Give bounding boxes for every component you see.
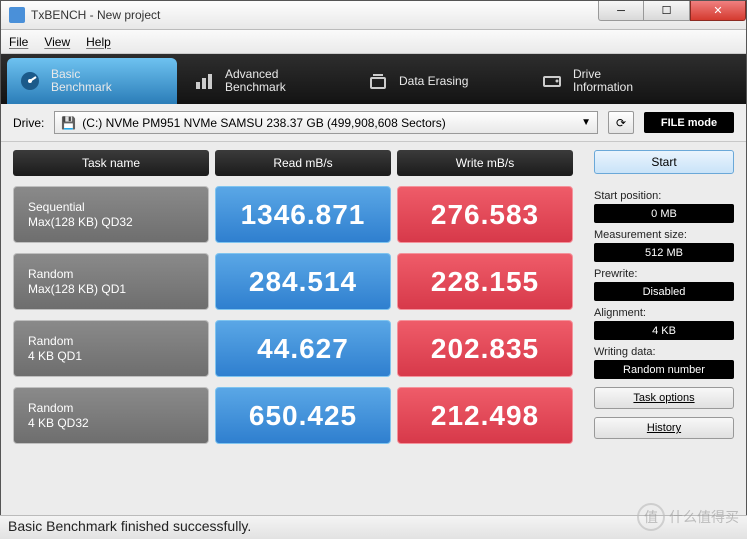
write-value: 228.155 [397, 253, 573, 310]
tab-label: Data Erasing [399, 75, 468, 88]
toolbar: Drive: 💾 (C:) NVMe PM951 NVMe SAMSU 238.… [1, 104, 746, 142]
startpos-value: 0 MB [594, 204, 734, 223]
tab-drive-information[interactable]: Drive Information [529, 58, 699, 104]
tab-data-erasing[interactable]: Data Erasing [355, 58, 525, 104]
menubar: File View Help [1, 30, 746, 54]
erase-icon [367, 70, 389, 92]
chevron-down-icon: ▼ [581, 117, 591, 128]
read-value: 650.425 [215, 387, 391, 444]
watermark: 值 什么值得买 [637, 503, 739, 531]
drive-label: Drive: [13, 116, 44, 130]
results-area: Task name Read mB/s Write mB/s Sequentia… [13, 150, 584, 454]
drive-select[interactable]: 💾 (C:) NVMe PM951 NVMe SAMSU 238.37 GB (… [54, 111, 598, 134]
app-icon [9, 7, 25, 23]
file-mode-indicator[interactable]: FILE mode [644, 112, 734, 133]
close-button[interactable]: ✕ [690, 1, 746, 21]
tab-row: Basic Benchmark Advanced Benchmark Data … [1, 54, 746, 104]
prewrite-value: Disabled [594, 282, 734, 301]
read-value: 1346.871 [215, 186, 391, 243]
start-button[interactable]: Start [594, 150, 734, 174]
align-value: 4 KB [594, 321, 734, 340]
drive-icon [541, 70, 563, 92]
read-value: 284.514 [215, 253, 391, 310]
bench-row: Random4 KB QD1 44.627 202.835 [13, 320, 584, 377]
maximize-button[interactable]: ☐ [644, 1, 690, 21]
task-name-cell: Random4 KB QD32 [13, 387, 209, 444]
tab-label: Advanced Benchmark [225, 68, 286, 94]
tab-label: Basic Benchmark [51, 68, 112, 94]
menu-file[interactable]: File [9, 35, 28, 49]
drive-device-icon: 💾 [61, 116, 76, 130]
read-value: 44.627 [215, 320, 391, 377]
task-name-cell: SequentialMax(128 KB) QD32 [13, 186, 209, 243]
prewrite-label: Prewrite: [594, 268, 734, 280]
wdata-value: Random number [594, 360, 734, 379]
reload-button[interactable]: ⟳ [608, 111, 634, 134]
write-value: 202.835 [397, 320, 573, 377]
tab-label: Drive Information [573, 68, 633, 94]
header-read: Read mB/s [215, 150, 391, 176]
task-options-button[interactable]: Task options [594, 387, 734, 409]
tab-basic-benchmark[interactable]: Basic Benchmark [7, 58, 177, 104]
bench-row: RandomMax(128 KB) QD1 284.514 228.155 [13, 253, 584, 310]
msize-value: 512 MB [594, 243, 734, 262]
write-value: 276.583 [397, 186, 573, 243]
gauge-icon [19, 70, 41, 92]
header-task: Task name [13, 150, 209, 176]
bench-row: SequentialMax(128 KB) QD32 1346.871 276.… [13, 186, 584, 243]
minimize-button[interactable]: ─ [598, 1, 644, 21]
menu-help[interactable]: Help [86, 35, 111, 49]
drive-value: (C:) NVMe PM951 NVMe SAMSU 238.37 GB (49… [82, 116, 446, 130]
status-bar: Basic Benchmark finished successfully. [0, 515, 747, 539]
startpos-label: Start position: [594, 190, 734, 202]
reload-icon: ⟳ [616, 116, 626, 130]
wdata-label: Writing data: [594, 346, 734, 358]
header-write: Write mB/s [397, 150, 573, 176]
bars-icon [193, 70, 215, 92]
menu-view[interactable]: View [44, 35, 70, 49]
task-name-cell: RandomMax(128 KB) QD1 [13, 253, 209, 310]
watermark-icon: 值 [637, 503, 665, 531]
sidebar: Start Start position: 0 MB Measurement s… [594, 150, 734, 454]
align-label: Alignment: [594, 307, 734, 319]
msize-label: Measurement size: [594, 229, 734, 241]
titlebar: TxBENCH - New project ─ ☐ ✕ [1, 1, 746, 30]
bench-row: Random4 KB QD32 650.425 212.498 [13, 387, 584, 444]
task-name-cell: Random4 KB QD1 [13, 320, 209, 377]
history-button[interactable]: History [594, 417, 734, 439]
window-title: TxBENCH - New project [31, 8, 160, 22]
write-value: 212.498 [397, 387, 573, 444]
tab-advanced-benchmark[interactable]: Advanced Benchmark [181, 58, 351, 104]
